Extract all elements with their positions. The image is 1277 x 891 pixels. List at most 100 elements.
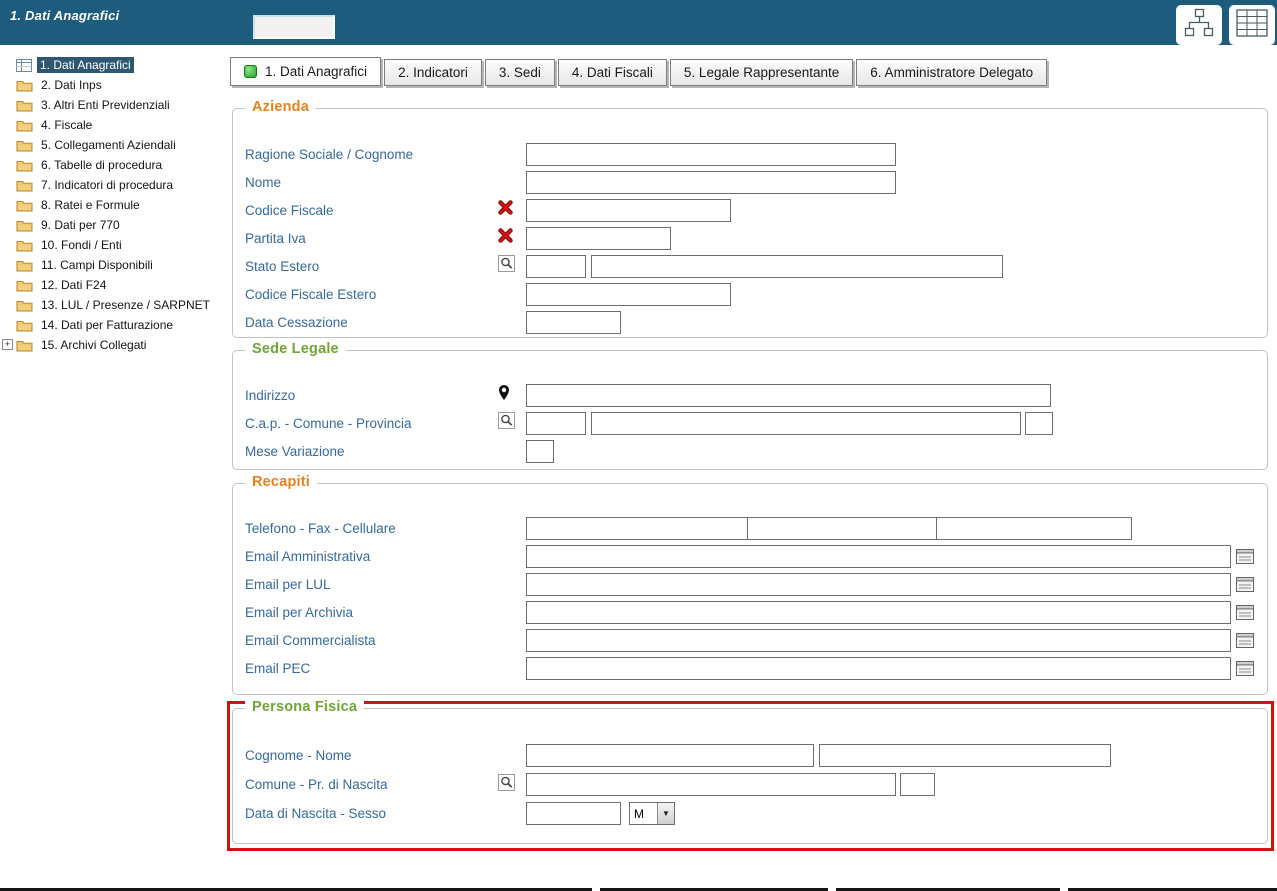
tree-item-ratei[interactable]: 8. Ratei e Formule [0, 195, 228, 215]
codice-fiscale-estero-input[interactable] [526, 282, 731, 306]
tree-item-collegamenti[interactable]: 5. Collegamenti Aziendali [0, 135, 228, 155]
red-x-icon [498, 228, 513, 248]
section-title: Persona Fisica [245, 699, 365, 715]
field-cognome-nome: Cognome - Nome [233, 741, 1267, 770]
email-amministrativa-input[interactable] [526, 544, 1231, 568]
pf-comune-nascita-input[interactable] [526, 773, 896, 796]
codice-fiscale-input[interactable] [526, 198, 731, 222]
header-quick-input[interactable] [253, 15, 335, 39]
section-sede-legale: Sede Legale Indirizzo C.a.p. - Comune - … [232, 341, 1268, 470]
tab-amministratore-delegato[interactable]: 6. Amministratore Delegato [856, 59, 1048, 86]
stato-estero-code-input[interactable] [526, 254, 586, 278]
stato-estero-desc-input[interactable] [591, 254, 1003, 278]
tree-item-campi-disponibili[interactable]: 11. Campi Disponibili [0, 255, 228, 275]
email-compose-icon[interactable] [1236, 632, 1254, 648]
field-email-commercialista: Email Commercialista [233, 626, 1267, 654]
folder-icon [16, 239, 33, 252]
tree-item-dati-f24[interactable]: 12. Dati F24 [0, 275, 228, 295]
folder-icon [16, 319, 33, 332]
tree-item-indicatori[interactable]: 7. Indicatori di procedura [0, 175, 228, 195]
location-pin-icon[interactable] [498, 384, 510, 406]
field-telefono-fax-cellulare: Telefono - Fax - Cellulare [233, 514, 1267, 542]
provincia-input[interactable] [1025, 411, 1053, 435]
form-icon [16, 58, 32, 72]
field-email-per-lul: Email per LUL [233, 570, 1267, 598]
field-ragione-sociale: Ragione Sociale / Cognome [233, 140, 1267, 168]
folder-icon [16, 179, 33, 192]
table-icon [1236, 8, 1268, 42]
tab-sedi[interactable]: 3. Sedi [484, 59, 555, 86]
tree-item-dati-770[interactable]: 9. Dati per 770 [0, 215, 228, 235]
folder-icon [16, 99, 33, 112]
field-comune-pr-nascita: Comune - Pr. di Nascita [233, 770, 1267, 799]
field-stato-estero: Stato Estero [233, 252, 1267, 280]
fax-input[interactable] [747, 516, 937, 540]
section-title: Azienda [245, 99, 316, 115]
email-compose-icon[interactable] [1236, 604, 1254, 620]
partita-iva-input[interactable] [526, 226, 671, 250]
email-per-lul-input[interactable] [526, 572, 1231, 596]
folder-icon [16, 299, 33, 312]
header-bar: 1. Dati Anagrafici [0, 0, 1277, 45]
hierarchy-view-button[interactable] [1176, 5, 1222, 45]
telefono-input[interactable] [526, 516, 748, 540]
folder-icon [16, 139, 33, 152]
table-view-button[interactable] [1229, 5, 1275, 45]
indirizzo-input[interactable] [526, 383, 1051, 407]
folder-icon [16, 279, 33, 292]
tab-legale-rappresentante[interactable]: 5. Legale Rappresentante [669, 59, 854, 86]
section-persona-fisica: Persona Fisica Cognome - Nome Comune - P… [232, 699, 1268, 844]
email-commercialista-input[interactable] [526, 628, 1231, 652]
section-recapiti: Recapiti Telefono - Fax - Cellulare Emai… [232, 474, 1268, 695]
sidebar: 1. Dati Anagrafici 2. Dati Inps 3. Altri… [0, 45, 228, 887]
data-cessazione-input[interactable] [526, 310, 621, 334]
folder-icon [16, 199, 33, 212]
tree-item-dati-fatturazione[interactable]: 14. Dati per Fatturazione [0, 315, 228, 335]
tree-item-fiscale[interactable]: 4. Fiscale [0, 115, 228, 135]
field-email-per-archivia: Email per Archivia [233, 598, 1267, 626]
mese-variazione-input[interactable] [526, 439, 554, 463]
red-x-icon [498, 200, 513, 220]
ragione-sociale-input[interactable] [526, 142, 896, 166]
pf-cognome-input[interactable] [526, 744, 814, 767]
folder-icon [16, 119, 33, 132]
pf-sesso-select[interactable]: M ▼ [629, 802, 675, 825]
email-compose-icon[interactable] [1236, 548, 1254, 564]
cellulare-input[interactable] [936, 516, 1132, 540]
tab-indicatori[interactable]: 2. Indicatori [384, 59, 482, 86]
email-per-archivia-input[interactable] [526, 600, 1231, 624]
search-icon[interactable] [498, 773, 515, 796]
email-compose-icon[interactable] [1236, 660, 1254, 676]
tab-bar: 1. Dati Anagrafici 2. Indicatori 3. Sedi… [230, 57, 1048, 86]
search-icon[interactable] [498, 255, 515, 277]
tree-item-tabelle[interactable]: 6. Tabelle di procedura [0, 155, 228, 175]
field-cap-comune-provincia: C.a.p. - Comune - Provincia [233, 409, 1267, 437]
tree-item-lul-presenze[interactable]: 13. LUL / Presenze / SARPNET [0, 295, 228, 315]
tab-dati-fiscali[interactable]: 4. Dati Fiscali [557, 59, 667, 86]
tree-item-fondi-enti[interactable]: 10. Fondi / Enti [0, 235, 228, 255]
pf-pr-nascita-input[interactable] [900, 773, 935, 796]
tab-dati-anagrafici[interactable]: 1. Dati Anagrafici [230, 57, 382, 86]
tree-item-dati-anagrafici[interactable]: 1. Dati Anagrafici [0, 55, 228, 75]
email-compose-icon[interactable] [1236, 576, 1254, 592]
active-tab-indicator-icon [244, 65, 257, 78]
field-mese-variazione: Mese Variazione [233, 437, 1267, 465]
chevron-down-icon: ▼ [657, 803, 674, 824]
tree-item-dati-inps[interactable]: 2. Dati Inps [0, 75, 228, 95]
pf-data-nascita-input[interactable] [526, 802, 621, 825]
field-codice-fiscale: Codice Fiscale [233, 196, 1267, 224]
folder-icon [16, 339, 33, 352]
pf-nome-input[interactable] [819, 744, 1111, 767]
search-icon[interactable] [498, 412, 515, 434]
tree-item-archivi-collegati[interactable]: + 15. Archivi Collegati [0, 335, 228, 355]
comune-input[interactable] [591, 411, 1021, 435]
field-partita-iva: Partita Iva [233, 224, 1267, 252]
tree-item-altri-enti[interactable]: 3. Altri Enti Previdenziali [0, 95, 228, 115]
cap-input[interactable] [526, 411, 586, 435]
hierarchy-icon [1183, 8, 1215, 43]
field-data-nascita-sesso: Data di Nascita - Sesso M ▼ [233, 799, 1267, 828]
field-email-amministrativa: Email Amministrativa [233, 542, 1267, 570]
nome-input[interactable] [526, 170, 896, 194]
email-pec-input[interactable] [526, 656, 1231, 680]
tree-expander-icon[interactable]: + [2, 339, 13, 350]
